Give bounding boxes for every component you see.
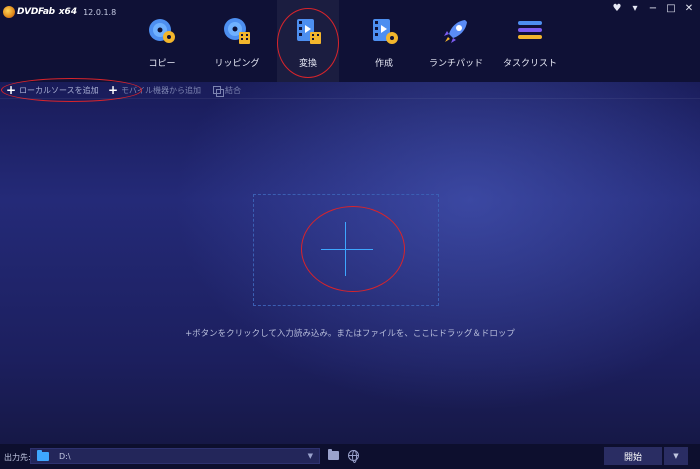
merge-label: 結合 bbox=[225, 85, 241, 95]
nav-label-launchpad: ランチパッド bbox=[428, 59, 483, 69]
add-local-source-label: ローカルソースを追加 bbox=[19, 85, 99, 95]
nav-item-creator[interactable]: 作成 bbox=[353, 0, 415, 82]
launchpad-rocket-icon bbox=[444, 20, 467, 43]
dvdfab-logo-icon bbox=[3, 6, 15, 18]
nav-item-launchpad[interactable]: ランチパッド bbox=[425, 0, 487, 82]
source-toolbar: + ローカルソースを追加 + モバイル機器から追加 結合 bbox=[0, 82, 700, 98]
output-path-value: D:\ bbox=[59, 451, 71, 461]
bottom-bar: 出力先: D:\ ▼ 開始 ▼ bbox=[0, 444, 700, 469]
browse-folder-icon[interactable] bbox=[328, 449, 339, 460]
nav-item-task-list[interactable]: タスクリスト bbox=[499, 0, 561, 82]
folder-icon bbox=[37, 449, 49, 461]
copy-disc-icon bbox=[149, 19, 175, 43]
plus-icon: + bbox=[6, 83, 17, 97]
nav-item-copy[interactable]: コピー bbox=[131, 0, 193, 82]
output-label: 出力先: bbox=[4, 453, 31, 462]
plus-icon: + bbox=[108, 83, 119, 97]
start-options-chevron-icon[interactable]: ▼ bbox=[664, 447, 688, 465]
brand: DVDFab x64 12.0.1.8 bbox=[3, 4, 116, 20]
app-name: DVDFab bbox=[17, 7, 55, 17]
nav-item-converter[interactable]: 変換 bbox=[277, 0, 339, 82]
toolbar-divider bbox=[0, 98, 700, 99]
add-from-mobile-button[interactable]: + モバイル機器から追加 bbox=[108, 84, 201, 96]
skin-icon[interactable]: ♥ bbox=[612, 3, 622, 15]
minimize-icon[interactable]: − bbox=[648, 3, 658, 15]
nav-label-ripper: リッピング bbox=[214, 59, 260, 69]
window-controls: ♥ ▾ − □ ✕ bbox=[612, 3, 694, 15]
drop-hint-text: +ボタンをクリックして入力読み込み。またはファイルを、ここにドラッグ＆ドロップ bbox=[185, 329, 515, 339]
add-local-source-button[interactable]: + ローカルソースを追加 bbox=[6, 84, 99, 96]
add-from-mobile-label: モバイル機器から追加 bbox=[121, 85, 202, 95]
nav-label-task-list: タスクリスト bbox=[502, 59, 557, 69]
drop-zone[interactable] bbox=[253, 194, 439, 306]
app-window: DVDFab x64 12.0.1.8 ♥ ▾ − □ ✕ コピー リッピング … bbox=[0, 0, 700, 469]
nav-label-copy: コピー bbox=[148, 59, 176, 69]
ripper-disc-icon bbox=[224, 18, 250, 44]
menu-icon[interactable]: ▾ bbox=[630, 3, 640, 15]
start-button[interactable]: 開始 bbox=[604, 447, 662, 465]
globe-icon[interactable] bbox=[348, 450, 359, 463]
nav-item-ripper[interactable]: リッピング bbox=[206, 0, 268, 82]
converter-film-icon bbox=[297, 19, 321, 44]
close-icon[interactable]: ✕ bbox=[684, 3, 694, 15]
merge-button[interactable]: 結合 bbox=[213, 84, 241, 97]
nav-label-creator: 作成 bbox=[374, 59, 393, 69]
maximize-icon[interactable]: □ bbox=[666, 3, 676, 15]
nav-label-converter: 変換 bbox=[298, 59, 317, 69]
task-list-icon bbox=[518, 21, 542, 39]
add-plus-icon-horizontal[interactable] bbox=[321, 249, 373, 250]
chevron-down-icon[interactable]: ▼ bbox=[308, 452, 313, 460]
output-path-field[interactable]: D:\ ▼ bbox=[30, 448, 320, 464]
app-version: 12.0.1.8 bbox=[83, 7, 117, 17]
merge-icon bbox=[213, 86, 224, 97]
creator-film-icon bbox=[373, 19, 398, 44]
app-arch: x64 bbox=[58, 7, 78, 17]
header-bar: DVDFab x64 12.0.1.8 ♥ ▾ − □ ✕ コピー リッピング … bbox=[0, 0, 700, 82]
